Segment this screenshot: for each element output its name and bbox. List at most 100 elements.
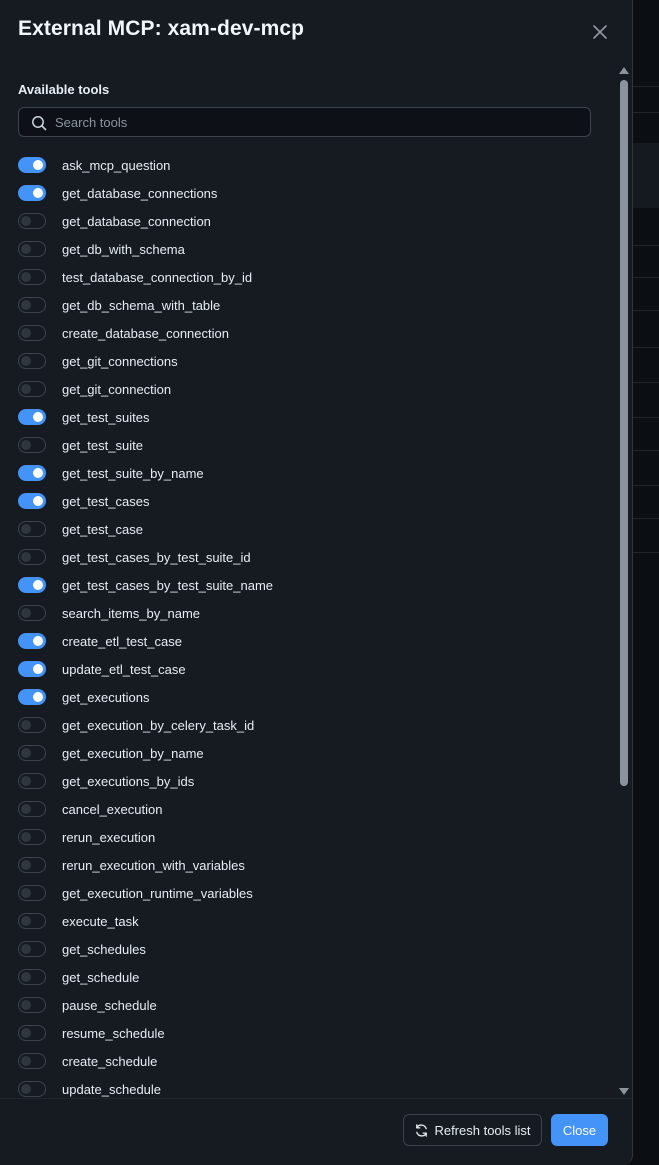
tool-toggle[interactable]	[18, 269, 46, 285]
tool-toggle[interactable]	[18, 297, 46, 313]
toggle-knob	[21, 384, 31, 394]
tool-row: pause_schedule	[18, 991, 608, 1019]
refresh-tools-label: Refresh tools list	[434, 1122, 531, 1138]
tool-toggle[interactable]	[18, 913, 46, 929]
tool-toggle[interactable]	[18, 605, 46, 621]
close-button[interactable]: Close	[551, 1114, 608, 1146]
tool-name: get_database_connections	[62, 185, 218, 201]
tool-name: rerun_execution_with_variables	[62, 857, 245, 873]
tool-toggle[interactable]	[18, 941, 46, 957]
tool-toggle[interactable]	[18, 661, 46, 677]
tool-toggle[interactable]	[18, 857, 46, 873]
tool-row: get_test_suite	[18, 431, 608, 459]
tool-row: get_db_with_schema	[18, 235, 608, 263]
tool-row: get_git_connection	[18, 375, 608, 403]
toggle-knob	[21, 552, 31, 562]
tool-name: get_execution_by_name	[62, 745, 204, 761]
tool-toggle[interactable]	[18, 549, 46, 565]
tool-toggle[interactable]	[18, 717, 46, 733]
tool-toggle[interactable]	[18, 1081, 46, 1097]
search-icon	[32, 116, 47, 131]
scroll-up-arrow[interactable]	[619, 67, 629, 74]
tool-toggle[interactable]	[18, 437, 46, 453]
toggle-knob	[21, 1056, 31, 1066]
tool-row: search_items_by_name	[18, 599, 608, 627]
toggle-knob	[21, 328, 31, 338]
search-tools-input[interactable]	[55, 108, 575, 136]
tool-row: test_database_connection_by_id	[18, 263, 608, 291]
toggle-knob	[33, 188, 43, 198]
toggle-knob	[21, 272, 31, 282]
tool-toggle[interactable]	[18, 773, 46, 789]
tool-toggle[interactable]	[18, 409, 46, 425]
tool-row: rerun_execution_with_variables	[18, 851, 608, 879]
search-box	[18, 107, 591, 137]
scroll-down-arrow[interactable]	[619, 1088, 629, 1095]
tool-toggle[interactable]	[18, 493, 46, 509]
scrollbar-thumb[interactable]	[620, 80, 628, 786]
tool-name: cancel_execution	[62, 801, 163, 817]
tool-toggle[interactable]	[18, 213, 46, 229]
tool-list-scrollbar[interactable]	[617, 64, 631, 1098]
tool-toggle[interactable]	[18, 1025, 46, 1041]
refresh-icon	[416, 1123, 428, 1137]
tool-name: ask_mcp_question	[62, 157, 171, 173]
tool-row: get_test_cases_by_test_suite_id	[18, 543, 608, 571]
tool-name: rerun_execution	[62, 829, 156, 845]
tool-toggle[interactable]	[18, 829, 46, 845]
footer-divider	[0, 1098, 632, 1099]
tool-name: create_schedule	[62, 1053, 158, 1069]
tool-name: get_db_with_schema	[62, 241, 185, 257]
tool-name: pause_schedule	[62, 997, 157, 1013]
tool-toggle[interactable]	[18, 997, 46, 1013]
toggle-knob	[21, 748, 31, 758]
tool-toggle[interactable]	[18, 353, 46, 369]
tool-row: update_schedule	[18, 1075, 608, 1098]
toggle-knob	[21, 1028, 31, 1038]
tool-toggle[interactable]	[18, 521, 46, 537]
tool-toggle[interactable]	[18, 465, 46, 481]
tool-row: ask_mcp_question	[18, 151, 608, 179]
close-dialog-button[interactable]	[588, 20, 612, 44]
refresh-tools-button[interactable]: Refresh tools list	[403, 1114, 542, 1146]
tool-toggle[interactable]	[18, 745, 46, 761]
tool-toggle[interactable]	[18, 381, 46, 397]
tool-row: create_schedule	[18, 1047, 608, 1075]
tool-toggle[interactable]	[18, 325, 46, 341]
tool-row: get_test_suites	[18, 403, 608, 431]
toggle-knob	[21, 524, 31, 534]
dialog-title: External MCP: xam-dev-mcp	[18, 17, 305, 40]
toggle-knob	[21, 804, 31, 814]
tool-toggle[interactable]	[18, 633, 46, 649]
tool-row: get_test_cases	[18, 487, 608, 515]
backdrop-divider	[629, 347, 659, 348]
tool-toggle[interactable]	[18, 185, 46, 201]
toggle-knob	[21, 356, 31, 366]
tool-name: get_database_connection	[62, 213, 211, 229]
tool-row: get_db_schema_with_table	[18, 291, 608, 319]
tool-toggle[interactable]	[18, 885, 46, 901]
tool-toggle[interactable]	[18, 969, 46, 985]
backdrop-divider	[629, 450, 659, 451]
tool-toggle[interactable]	[18, 801, 46, 817]
tool-name: get_test_cases_by_test_suite_name	[62, 577, 274, 593]
toggle-knob	[21, 776, 31, 786]
backdrop-panel	[629, 143, 659, 208]
tool-toggle[interactable]	[18, 689, 46, 705]
toggle-knob	[21, 1084, 31, 1094]
toggle-knob	[21, 888, 31, 898]
toggle-knob	[21, 244, 31, 254]
tool-row: get_database_connections	[18, 179, 608, 207]
backdrop-divider	[629, 112, 659, 113]
tool-toggle[interactable]	[18, 241, 46, 257]
backdrop-divider	[629, 382, 659, 383]
tool-name: get_executions	[62, 689, 150, 705]
tool-name: get_schedule	[62, 969, 140, 985]
tool-row: create_database_connection	[18, 319, 608, 347]
toggle-knob	[21, 720, 31, 730]
toggle-knob	[21, 608, 31, 618]
external-mcp-dialog: External MCP: xam-dev-mcp Available tool…	[0, 0, 633, 1165]
tool-toggle[interactable]	[18, 577, 46, 593]
tool-toggle[interactable]	[18, 157, 46, 173]
tool-toggle[interactable]	[18, 1053, 46, 1069]
